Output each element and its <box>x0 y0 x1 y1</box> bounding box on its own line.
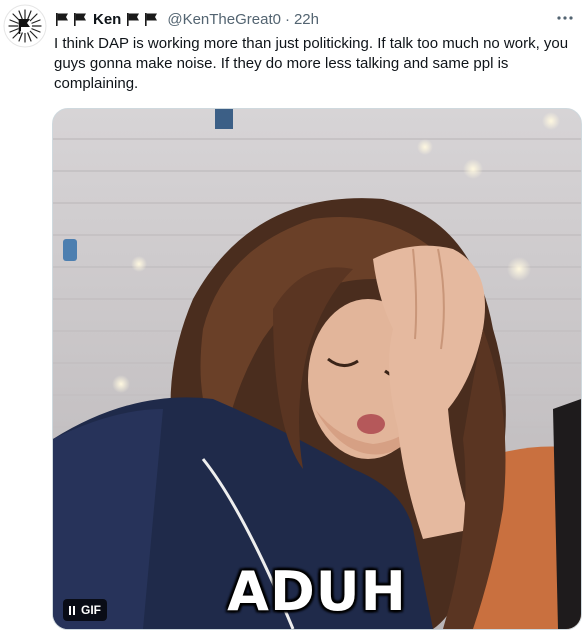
flag-icon <box>127 13 140 26</box>
tweet[interactable]: Ken @KenTheGreat0 · 22h I think DAP is w… <box>0 0 588 632</box>
user-handle[interactable]: @KenTheGreat0 <box>167 11 281 28</box>
gif-caption: ADUH <box>227 560 407 623</box>
gif-play-pause-button[interactable]: GIF <box>63 599 107 621</box>
gif-image <box>53 109 581 629</box>
pause-icon <box>69 605 75 615</box>
tweet-text: I think DAP is working more than just po… <box>54 35 569 92</box>
tweet-header: Ken @KenTheGreat0 · 22h <box>54 9 319 29</box>
gif-media[interactable]: ADUH GIF <box>52 108 582 630</box>
separator-dot: · <box>284 10 290 28</box>
timestamp[interactable]: 22h <box>294 11 319 28</box>
more-horizontal-icon <box>557 16 573 20</box>
gif-badge-label: GIF <box>81 603 101 617</box>
flag-icon <box>56 13 68 26</box>
avatar-flag-icon <box>3 4 47 48</box>
more-button[interactable] <box>554 8 576 28</box>
display-name[interactable]: Ken <box>93 11 121 28</box>
flag-icon <box>145 13 158 26</box>
avatar[interactable] <box>3 4 47 48</box>
flag-icon <box>74 13 86 26</box>
